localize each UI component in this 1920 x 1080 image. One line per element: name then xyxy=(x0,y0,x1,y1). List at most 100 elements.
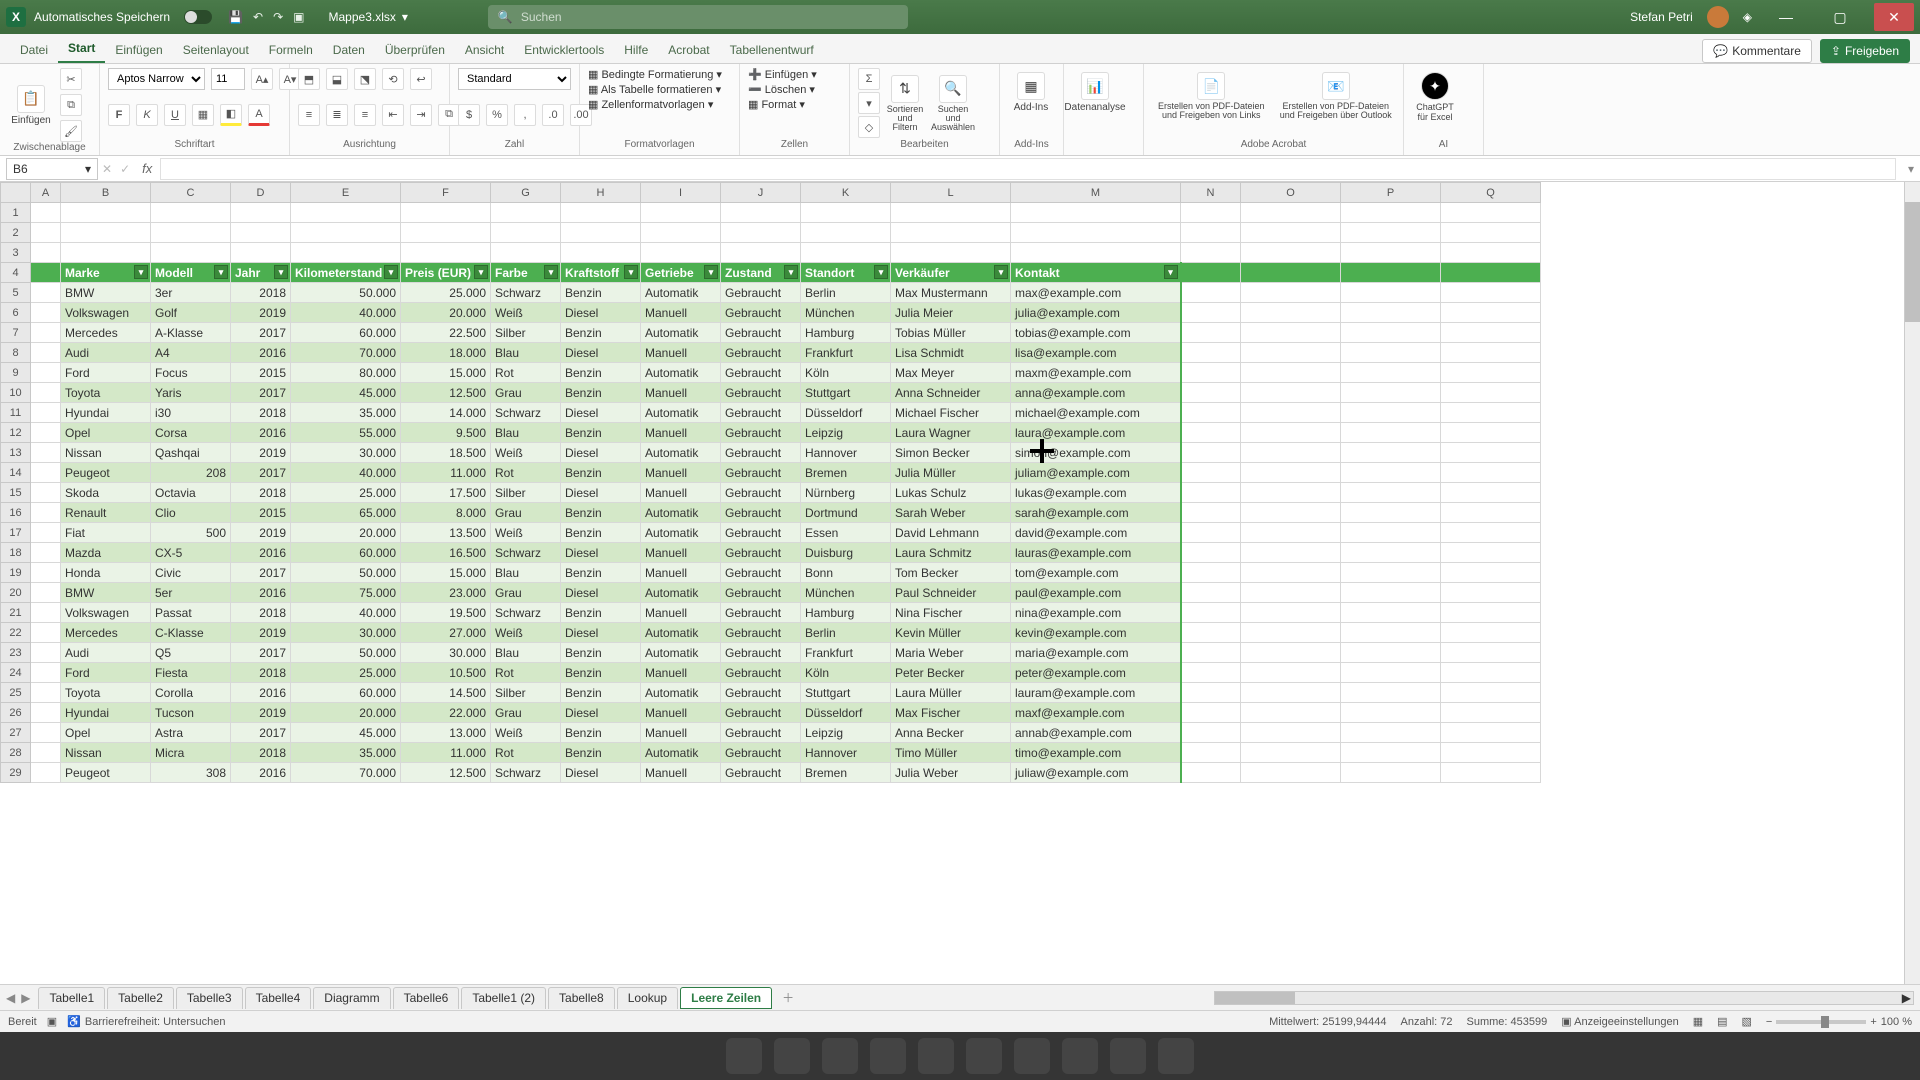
cell[interactable]: 2018 xyxy=(231,403,291,423)
cell[interactable]: Julia Meier xyxy=(891,303,1011,323)
table-header-cell[interactable]: Farbe▾ xyxy=(491,263,561,283)
cell[interactable]: 35.000 xyxy=(291,743,401,763)
cell[interactable]: Gebraucht xyxy=(721,523,801,543)
row-header[interactable]: 8 xyxy=(1,343,31,363)
cell[interactable]: maxm@example.com xyxy=(1011,363,1181,383)
cell[interactable]: Sarah Weber xyxy=(891,503,1011,523)
cell[interactable] xyxy=(1341,363,1441,383)
cell[interactable]: Automatik xyxy=(641,323,721,343)
column-header[interactable]: D xyxy=(231,183,291,203)
align-right-icon[interactable]: ≡ xyxy=(354,104,376,126)
cell[interactable]: 2017 xyxy=(231,463,291,483)
save-icon[interactable]: 💾 xyxy=(228,10,243,24)
filter-dropdown-icon[interactable]: ▾ xyxy=(134,265,148,279)
cell[interactable] xyxy=(1441,263,1541,283)
cell[interactable]: 13.000 xyxy=(401,723,491,743)
cell[interactable]: Benzin xyxy=(561,663,641,683)
cell[interactable] xyxy=(31,743,61,763)
cell[interactable]: Mercedes xyxy=(61,623,151,643)
cell[interactable]: Automatik xyxy=(641,523,721,543)
taskbar-app-icon[interactable] xyxy=(822,1038,858,1074)
cell[interactable]: Benzin xyxy=(561,603,641,623)
format-painter-icon[interactable]: 🖌 xyxy=(60,120,82,142)
align-center-icon[interactable]: ≣ xyxy=(326,104,348,126)
cell[interactable] xyxy=(1241,623,1341,643)
cell[interactable] xyxy=(1341,223,1441,243)
row-header[interactable]: 1 xyxy=(1,203,31,223)
cell[interactable]: Manuell xyxy=(641,303,721,323)
cell[interactable] xyxy=(1341,243,1441,263)
view-normal-icon[interactable]: ▦ xyxy=(1693,1015,1703,1028)
orientation-icon[interactable]: ⟲ xyxy=(382,68,404,90)
cell[interactable]: Schwarz xyxy=(491,403,561,423)
cell[interactable]: Blau xyxy=(491,423,561,443)
user-avatar[interactable] xyxy=(1707,6,1729,28)
row-header[interactable]: 17 xyxy=(1,523,31,543)
cell[interactable]: 50.000 xyxy=(291,283,401,303)
cell[interactable]: Honda xyxy=(61,563,151,583)
cell[interactable] xyxy=(1341,403,1441,423)
cell[interactable]: Skoda xyxy=(61,483,151,503)
cell[interactable]: 2017 xyxy=(231,643,291,663)
align-middle-icon[interactable]: ⬓ xyxy=(326,68,348,90)
row-header[interactable]: 20 xyxy=(1,583,31,603)
taskbar-app-icon[interactable] xyxy=(726,1038,762,1074)
cell[interactable]: Hamburg xyxy=(801,323,891,343)
cell[interactable] xyxy=(1181,283,1241,303)
cell[interactable]: Automatik xyxy=(641,743,721,763)
cell[interactable]: 55.000 xyxy=(291,423,401,443)
cell[interactable] xyxy=(1441,383,1541,403)
cell[interactable]: Hyundai xyxy=(61,403,151,423)
cell[interactable] xyxy=(1441,703,1541,723)
cell[interactable]: 2019 xyxy=(231,443,291,463)
cell[interactable]: Gebraucht xyxy=(721,343,801,363)
row-header[interactable]: 23 xyxy=(1,643,31,663)
cell[interactable]: Peugeot xyxy=(61,463,151,483)
ribbon-tab-entwicklertools[interactable]: Entwicklertools xyxy=(514,37,614,63)
cell[interactable]: Rot xyxy=(491,363,561,383)
cell[interactable] xyxy=(1241,683,1341,703)
cell[interactable]: Berlin xyxy=(801,623,891,643)
user-name[interactable]: Stefan Petri xyxy=(1630,10,1693,24)
cell[interactable]: Berlin xyxy=(801,283,891,303)
indent-inc-icon[interactable]: ⇥ xyxy=(410,104,432,126)
find-select-button[interactable]: 🔍Suchen und Auswählen xyxy=(930,71,976,136)
cell[interactable] xyxy=(1241,743,1341,763)
cell[interactable]: Renault xyxy=(61,503,151,523)
cell[interactable] xyxy=(1241,443,1341,463)
cell[interactable]: 308 xyxy=(151,763,231,783)
cell[interactable] xyxy=(561,203,641,223)
cell[interactable]: Grau xyxy=(491,583,561,603)
cell[interactable] xyxy=(1181,303,1241,323)
cell[interactable] xyxy=(1341,383,1441,403)
cell[interactable]: 40.000 xyxy=(291,603,401,623)
column-header[interactable]: P xyxy=(1341,183,1441,203)
cell[interactable]: Benzin xyxy=(561,743,641,763)
cell[interactable]: A4 xyxy=(151,343,231,363)
cell[interactable]: 2017 xyxy=(231,563,291,583)
cell[interactable] xyxy=(1441,503,1541,523)
cell[interactable]: Manuell xyxy=(641,423,721,443)
cell[interactable]: Lisa Schmidt xyxy=(891,343,1011,363)
sort-filter-button[interactable]: ⇅Sortieren und Filtern xyxy=(882,71,928,136)
cell[interactable] xyxy=(401,223,491,243)
pdf-share-outlook-button[interactable]: 📧Erstellen von PDF-Dateien und Freigeben… xyxy=(1277,68,1396,124)
cell[interactable] xyxy=(1241,663,1341,683)
cell[interactable]: i30 xyxy=(151,403,231,423)
cell[interactable]: Benzin xyxy=(561,683,641,703)
cell[interactable] xyxy=(1441,343,1541,363)
cell[interactable] xyxy=(1441,603,1541,623)
cell[interactable] xyxy=(31,243,61,263)
cell[interactable]: Weiß xyxy=(491,623,561,643)
sheet-tab[interactable]: Tabelle1 (2) xyxy=(461,987,546,1009)
row-header[interactable]: 18 xyxy=(1,543,31,563)
ribbon-tab-hilfe[interactable]: Hilfe xyxy=(614,37,658,63)
pdf-share-link-button[interactable]: 📄Erstellen von PDF-Dateien und Freigeben… xyxy=(1152,68,1271,124)
cell[interactable] xyxy=(1241,523,1341,543)
cell[interactable]: Benzin xyxy=(561,523,641,543)
insert-cells-button[interactable]: ➕ Einfügen ▾ xyxy=(748,68,841,81)
cell[interactable] xyxy=(1241,763,1341,783)
ribbon-tab-formeln[interactable]: Formeln xyxy=(259,37,323,63)
cell[interactable]: Manuell xyxy=(641,603,721,623)
cell[interactable] xyxy=(1341,203,1441,223)
